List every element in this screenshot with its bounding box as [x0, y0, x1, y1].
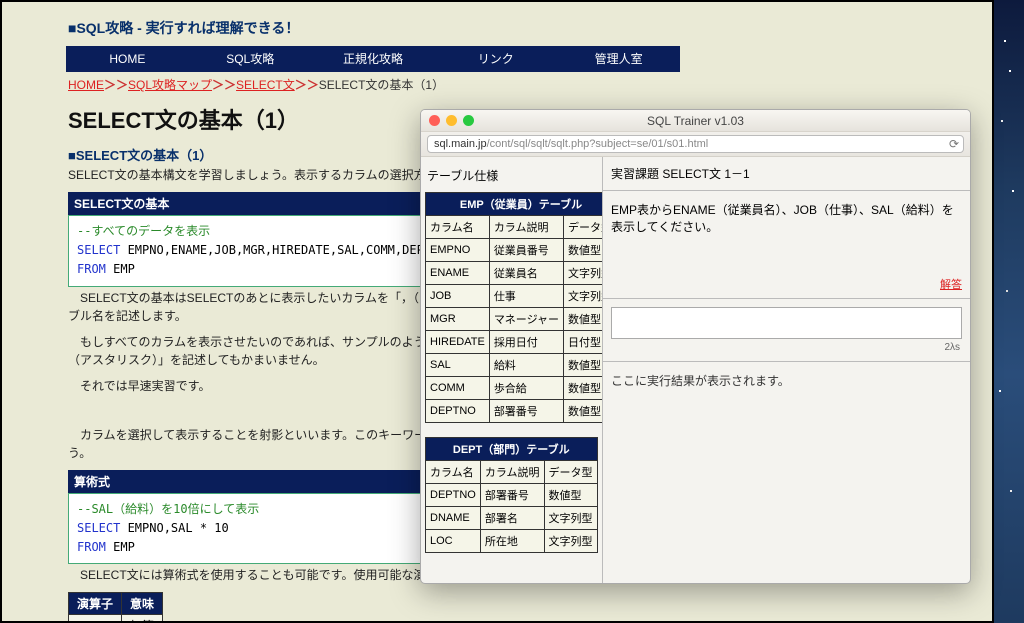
sql-textarea[interactable]: [611, 307, 962, 339]
reload-icon[interactable]: ⟳: [949, 137, 959, 151]
answer-link[interactable]: 解答: [940, 279, 962, 291]
table-row: DEPTNO部署番号数値型: [426, 400, 604, 423]
table-row: EMPNO従業員番号数値型: [426, 239, 604, 262]
nav-sql[interactable]: SQL攻略: [189, 46, 312, 72]
site-title: ■SQL攻略 - 実行すれば理解できる！: [66, 18, 680, 38]
emp-spec-table: EMP（従業員）テーブル カラム名 カラム説明 データ型 EMPNO従業員番号数…: [425, 192, 603, 423]
table-spec-pane: テーブル仕様 EMP（従業員）テーブル カラム名 カラム説明 データ型 EMPN…: [421, 157, 603, 583]
sql-input-area: 2λs: [603, 299, 970, 362]
dept-spec-table: DEPT（部門）テーブル カラム名 カラム説明 データ型 DEPTNO部署番号数…: [425, 437, 598, 553]
table-row: DEPTNO部署番号数値型: [426, 484, 598, 507]
main-nav: HOME SQL攻略 正規化攻略 リンク 管理人室: [66, 46, 680, 72]
table-row: HIREDATE採用日付日付型: [426, 331, 604, 354]
breadcrumb-sep: ＞＞: [104, 78, 128, 92]
nav-links[interactable]: リンク: [434, 46, 557, 72]
nav-normalization[interactable]: 正規化攻略: [312, 46, 435, 72]
sql-trainer-window: SQL Trainer v1.03 sql.main.jp/cont/sql/s…: [420, 109, 971, 584]
breadcrumb-current: SELECT文の基本（1）: [319, 78, 444, 92]
result-pane: ここに実行結果が表示されます。: [603, 362, 970, 583]
url-bar: sql.main.jp/cont/sql/sqlt/sqlt.php?subje…: [421, 132, 970, 157]
breadcrumb: HOME＞＞SQL攻略マップ＞＞SELECT文＞＞SELECT文の基本（1）: [66, 72, 680, 97]
breadcrumb-home[interactable]: HOME: [68, 78, 104, 92]
breadcrumb-select[interactable]: SELECT文: [236, 78, 295, 92]
window-title: SQL Trainer v1.03: [421, 114, 970, 128]
nav-admin[interactable]: 管理人室: [557, 46, 680, 72]
url-field[interactable]: sql.main.jp/cont/sql/sqlt/sqlt.php?subje…: [427, 135, 964, 153]
table-row: +加算: [69, 615, 163, 623]
titlebar[interactable]: SQL Trainer v1.03: [421, 110, 970, 132]
breadcrumb-map[interactable]: SQL攻略マップ: [128, 78, 212, 92]
nav-home[interactable]: HOME: [66, 46, 189, 72]
task-title: 実習課題 SELECT文 1－1: [603, 157, 970, 190]
spec-title: テーブル仕様: [425, 163, 598, 192]
table-row: DNAME部署名文字列型: [426, 507, 598, 530]
table-row: JOB仕事文字列型: [426, 285, 604, 308]
exercise-pane: 実習課題 SELECT文 1－1 EMP表からENAME（従業員名）、JOB（仕…: [603, 157, 970, 583]
sql-meta: 2λs: [611, 342, 962, 353]
table-row: MGRマネージャー数値型: [426, 308, 604, 331]
task-description: EMP表からENAME（従業員名）、JOB（仕事）、SAL（給料）を表示してくだ…: [603, 191, 970, 299]
table-row: SAL給料数値型: [426, 354, 604, 377]
table-row: ENAME従業員名文字列型: [426, 262, 604, 285]
desktop-background: [994, 0, 1024, 623]
operator-table: 演算子意味 +加算 -減算 *乗算 /除算: [68, 592, 163, 623]
table-row: LOC所在地文字列型: [426, 530, 598, 553]
table-row: COMM歩合給数値型: [426, 377, 604, 400]
